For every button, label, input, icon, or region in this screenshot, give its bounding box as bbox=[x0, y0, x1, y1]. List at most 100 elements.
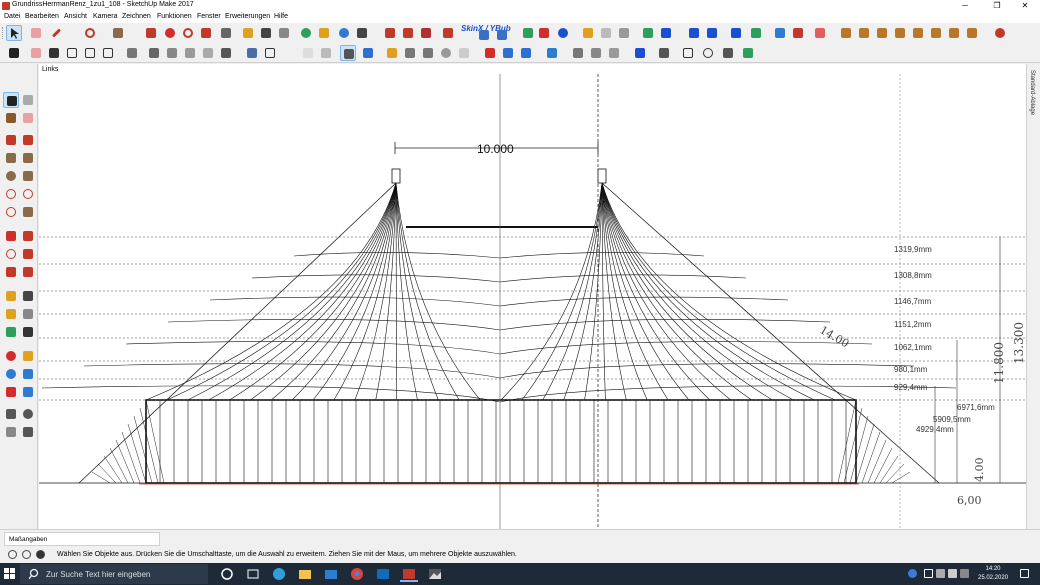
warehouse-button[interactable] bbox=[382, 25, 398, 41]
instructor-icon[interactable] bbox=[36, 550, 45, 559]
front-view-button[interactable] bbox=[616, 25, 632, 41]
left-zoom-button[interactable] bbox=[3, 366, 19, 382]
drawing-viewport[interactable]: Links 10.000 1319,9mm 1308,8mm 1146,7mm 1151… bbox=[39, 64, 1026, 529]
face-style-button-3[interactable] bbox=[300, 45, 316, 61]
file-explorer-icon[interactable] bbox=[296, 566, 314, 582]
help-button[interactable] bbox=[555, 25, 571, 41]
tool-button-e[interactable] bbox=[748, 25, 764, 41]
left-walk-button[interactable] bbox=[3, 424, 19, 440]
tool-button-l[interactable] bbox=[438, 45, 454, 61]
sandbox-button-8[interactable] bbox=[964, 25, 980, 41]
menu-kamera[interactable]: Kamera bbox=[93, 13, 118, 20]
pencil-tool-button[interactable] bbox=[48, 25, 64, 41]
zoom-extents-button[interactable] bbox=[354, 25, 370, 41]
components-button[interactable] bbox=[400, 25, 416, 41]
measurements-field[interactable]: Maßangaben bbox=[4, 532, 160, 546]
eraser-tool-button[interactable] bbox=[28, 25, 44, 41]
credits-icon[interactable] bbox=[22, 550, 31, 559]
stairs-button[interactable] bbox=[544, 45, 560, 61]
maximize-button[interactable]: ❐ bbox=[982, 0, 1012, 12]
left-select-button[interactable] bbox=[3, 92, 19, 108]
tool-button-n[interactable] bbox=[588, 45, 604, 61]
close-button[interactable]: ✕ bbox=[1010, 0, 1040, 12]
left-previous-button[interactable] bbox=[20, 384, 36, 400]
style-button-3[interactable] bbox=[182, 45, 198, 61]
tool-button-k[interactable] bbox=[420, 45, 436, 61]
orbit-tool-button[interactable] bbox=[298, 25, 314, 41]
left-offset-button[interactable] bbox=[20, 264, 36, 280]
face-style-button-4[interactable] bbox=[318, 45, 334, 61]
zoom-tool-button[interactable] bbox=[336, 25, 352, 41]
tool-button-f[interactable] bbox=[772, 25, 788, 41]
tool-button-a[interactable] bbox=[658, 25, 674, 41]
left-paint-button[interactable] bbox=[3, 110, 19, 126]
left-axes-button[interactable] bbox=[3, 324, 19, 340]
iso-view-button[interactable] bbox=[580, 25, 596, 41]
sandbox-button-4[interactable] bbox=[892, 25, 908, 41]
solid-button-1[interactable] bbox=[482, 45, 498, 61]
record-button[interactable] bbox=[992, 25, 1008, 41]
task-view-icon[interactable] bbox=[244, 566, 262, 582]
sandbox-button-6[interactable] bbox=[928, 25, 944, 41]
left-pan-button[interactable] bbox=[20, 348, 36, 364]
left-zoom-extents-button[interactable] bbox=[3, 384, 19, 400]
pan-tool-button[interactable] bbox=[316, 25, 332, 41]
left-arc2-button[interactable] bbox=[20, 186, 36, 202]
eraser-button-2[interactable] bbox=[28, 45, 44, 61]
left-followme-button[interactable] bbox=[20, 246, 36, 262]
tool-button-b[interactable] bbox=[686, 25, 702, 41]
sandbox-button-3[interactable] bbox=[874, 25, 890, 41]
sandbox-button-1[interactable] bbox=[838, 25, 854, 41]
style-button-1[interactable] bbox=[146, 45, 162, 61]
sandbox-button-2[interactable] bbox=[856, 25, 872, 41]
menu-bearbeiten[interactable]: Bearbeiten bbox=[25, 13, 59, 20]
scale-tool-button[interactable] bbox=[198, 25, 214, 41]
text-tool-button[interactable] bbox=[276, 25, 292, 41]
photos-icon[interactable] bbox=[426, 566, 444, 582]
tool-button-g[interactable] bbox=[790, 25, 806, 41]
tape-measure-tool-button[interactable] bbox=[240, 25, 256, 41]
tool-button-p[interactable] bbox=[632, 45, 648, 61]
help-tray-icon[interactable] bbox=[908, 569, 917, 578]
keyboard-icon[interactable] bbox=[960, 569, 969, 578]
push-pull-tool-button[interactable] bbox=[143, 25, 159, 41]
left-position-camera-button[interactable] bbox=[3, 406, 19, 422]
left-protractor-button[interactable] bbox=[3, 306, 19, 322]
menu-ansicht[interactable]: Ansicht bbox=[64, 13, 87, 20]
layout-button[interactable] bbox=[440, 25, 456, 41]
geo-location-icon[interactable] bbox=[8, 550, 17, 559]
tool-button-m[interactable] bbox=[570, 45, 586, 61]
left-move-button[interactable] bbox=[3, 228, 19, 244]
minimize-button[interactable]: ─ bbox=[950, 0, 980, 12]
left-dimension-button[interactable] bbox=[20, 288, 36, 304]
tool-button-q[interactable] bbox=[656, 45, 672, 61]
select-tool-button[interactable] bbox=[6, 25, 22, 41]
tool-button-d[interactable] bbox=[728, 25, 744, 41]
sandbox-button-7[interactable] bbox=[946, 25, 962, 41]
face-style-button-5[interactable] bbox=[340, 45, 356, 61]
tray-label[interactable]: Standard-Ablage bbox=[1029, 70, 1035, 115]
left-pie-button[interactable] bbox=[20, 204, 36, 220]
chevron-up-icon[interactable] bbox=[924, 569, 933, 578]
left-section-button[interactable] bbox=[20, 424, 36, 440]
left-arc-button[interactable] bbox=[3, 186, 19, 202]
play-button[interactable] bbox=[520, 25, 536, 41]
home-button[interactable] bbox=[64, 45, 80, 61]
tool-button-o[interactable] bbox=[606, 45, 622, 61]
house-button[interactable] bbox=[82, 45, 98, 61]
rotate-tool-button[interactable] bbox=[180, 25, 196, 41]
select-button-2[interactable] bbox=[6, 45, 22, 61]
left-rotated-rect-button[interactable] bbox=[20, 150, 36, 166]
menu-hilfe[interactable]: Hilfe bbox=[274, 13, 288, 20]
face-style-button-1[interactable] bbox=[244, 45, 260, 61]
mail-icon[interactable] bbox=[322, 566, 340, 582]
face-style-button-2[interactable] bbox=[262, 45, 278, 61]
offset-tool-button[interactable] bbox=[218, 25, 234, 41]
left-rectangle-button[interactable] bbox=[3, 150, 19, 166]
move-tool-button[interactable] bbox=[162, 25, 178, 41]
left-tape-button[interactable] bbox=[3, 288, 19, 304]
extension-warehouse-button[interactable] bbox=[418, 25, 434, 41]
sandbox-button-5[interactable] bbox=[910, 25, 926, 41]
default-tray[interactable]: Standard-Ablage bbox=[1026, 64, 1040, 529]
windows-start-icon[interactable] bbox=[4, 568, 16, 580]
